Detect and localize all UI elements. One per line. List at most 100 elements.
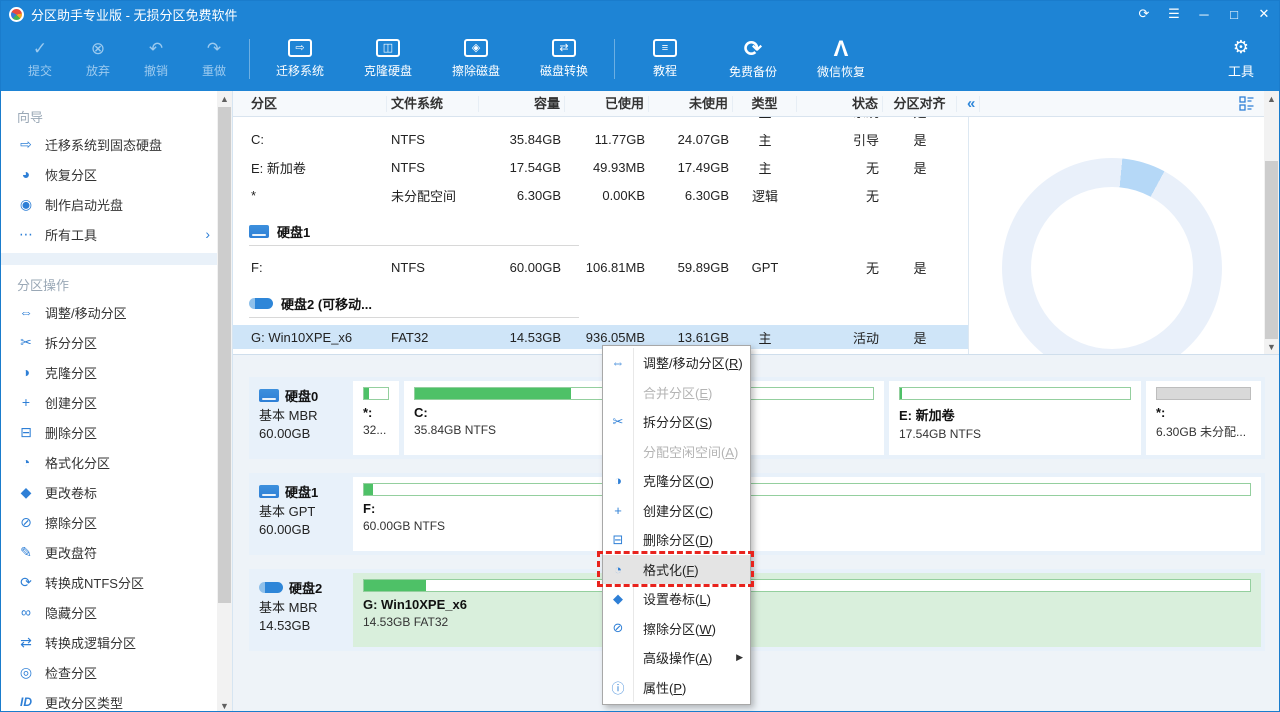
view-toggle-icon[interactable] <box>1239 96 1255 114</box>
table-header: 分区 文件系统 容量 已使用 未使用 类型 状态 分区对齐 « <box>233 91 1279 117</box>
sidebar-item-change-partition-type[interactable]: ID 更改分区类型 <box>17 687 210 712</box>
disk0-info[interactable]: 硬盘0 基本 MBR 60.00GB <box>249 377 353 459</box>
col-partition[interactable]: 分区 <box>249 96 387 112</box>
sidebar-item-convert-to-ntfs[interactable]: ⟳ 转换成NTFS分区 <box>17 567 210 597</box>
sidebar-item-wipe-partition[interactable]: ⊘ 擦除分区 <box>17 507 210 537</box>
chevron-right-icon: › <box>205 226 210 242</box>
wrench-icon: ⚙ <box>1233 38 1249 56</box>
sidebar-item-hide-partition[interactable]: ∞ 隐藏分区 <box>17 597 210 627</box>
scroll-up-icon[interactable]: ▲ <box>1264 91 1279 106</box>
menu-item-delete[interactable]: ⊟ 删除分区(D) <box>603 525 750 555</box>
sidebar-item-all-tools[interactable]: ⋯ 所有工具 › <box>17 219 210 249</box>
free-backup-button[interactable]: ⟳ 免费备份 <box>709 27 797 91</box>
sidebar-heading-partition-ops: 分区操作 <box>17 271 210 297</box>
sidebar-item-change-drive-letter[interactable]: ✎ 更改盘符 <box>17 537 210 567</box>
tools-button[interactable]: ⚙ 工具 <box>1213 27 1269 91</box>
table-scrollbar[interactable]: ▲ ▼ <box>1264 91 1279 354</box>
menu-item-wipe[interactable]: ⊘ 擦除分区(W) <box>603 614 750 644</box>
col-status[interactable]: 状态 <box>797 96 883 112</box>
maximize-button[interactable]: □ <box>1219 1 1249 27</box>
titlebar: 分区助手专业版 - 无损分区免费软件 ⟳ ☰ ─ □ ✕ <box>1 1 1279 27</box>
menu-item-allocate-free-space: 分配空闲空间(A) <box>603 437 750 467</box>
menu-item-split[interactable]: ✂ 拆分分区(S) <box>603 407 750 437</box>
id-icon: ID <box>17 695 35 709</box>
book-icon: ≡ <box>653 39 677 57</box>
partition-block-unallocated[interactable]: *: 6.30GB 未分配... <box>1146 381 1261 455</box>
toolbar: ✓ 提交 ⊗ 放弃 ↶ 撤销 ↷ 重做 ⇨ 迁移系统 ◫ 克隆硬盘 ◈ 擦除磁盘 <box>1 27 1279 91</box>
format-pie-icon: ◔ <box>17 454 35 470</box>
cancel-circle-icon: ⊗ <box>91 40 105 57</box>
wipe-disk-button[interactable]: ◈ 擦除磁盘 <box>432 27 520 91</box>
redo-button[interactable]: ↷ 重做 <box>185 27 243 91</box>
hide-glasses-icon: ∞ <box>17 604 35 620</box>
sidebar-item-check-partition[interactable]: ◎ 检查分区 <box>17 657 210 687</box>
discard-button[interactable]: ⊗ 放弃 <box>69 27 127 91</box>
collapse-panel-icon[interactable]: « <box>963 96 980 112</box>
convert-disk-button[interactable]: ⇄ 磁盘转换 <box>520 27 608 91</box>
disk2-info[interactable]: 硬盘2 基本 MBR 14.53GB <box>249 569 353 651</box>
sidebar-item-recover-partition[interactable]: ◕ 恢复分区 <box>17 159 210 189</box>
disk1-info[interactable]: 硬盘1 基本 GPT 60.00GB <box>249 473 353 555</box>
sidebar-item-resize-move[interactable]: ⇔ 调整/移动分区 <box>17 297 210 327</box>
scrollbar-thumb[interactable] <box>218 107 231 603</box>
sidebar-item-change-label[interactable]: ◆ 更改卷标 <box>17 477 210 507</box>
backup-icon: ⟳ <box>741 38 765 58</box>
clone-disk-button[interactable]: ◫ 克隆硬盘 <box>344 27 432 91</box>
context-menu: ⇔ 调整/移动分区(R) 合并分区(E) ✂ 拆分分区(S) 分配空闲空间(A)… <box>602 345 751 705</box>
col-type[interactable]: 类型 <box>733 96 797 112</box>
sidebar-item-format-partition[interactable]: ◔ 格式化分区 <box>17 447 210 477</box>
tutorial-button[interactable]: ≡ 教程 <box>621 27 709 91</box>
disk-icon <box>249 225 269 238</box>
wechat-recovery-button[interactable]: Λ 微信恢复 <box>797 27 885 91</box>
close-button[interactable]: ✕ <box>1249 1 1279 27</box>
col-filesystem[interactable]: 文件系统 <box>387 96 479 112</box>
partition-block-f[interactable]: F: 60.00GB NTFS <box>353 477 1261 551</box>
window-title: 分区助手专业版 - 无损分区免费软件 <box>31 5 238 24</box>
pane-splitter[interactable]: ⋯ <box>233 355 1279 367</box>
col-alignment[interactable]: 分区对齐 <box>883 96 957 112</box>
sidebar: 向导 ⇨ 迁移系统到固态硬盘 ◕ 恢复分区 ◉ 制作启动光盘 ⋯ 所有工具 › <box>1 91 233 712</box>
menu-item-resize-move[interactable]: ⇔ 调整/移动分区(R) <box>603 348 750 378</box>
menu-item-properties[interactable]: ⓘ 属性(P) <box>603 673 750 703</box>
menu-item-set-label[interactable]: ◆ 设置卷标(L) <box>603 584 750 614</box>
sidebar-item-split-partition[interactable]: ✂ 拆分分区 <box>17 327 210 357</box>
sidebar-item-convert-to-logical[interactable]: ⇄ 转换成逻辑分区 <box>17 627 210 657</box>
scroll-down-icon[interactable]: ▼ <box>217 698 232 712</box>
redo-icon: ↷ <box>207 40 221 57</box>
sidebar-item-migrate-os-to-ssd[interactable]: ⇨ 迁移系统到固态硬盘 <box>17 129 210 159</box>
magnifier-icon: ◎ <box>17 664 35 681</box>
scroll-down-icon[interactable]: ▼ <box>1264 339 1279 354</box>
menu-item-format[interactable]: ◔ 格式化(F) <box>603 555 750 585</box>
sidebar-item-make-bootable-media[interactable]: ◉ 制作启动光盘 <box>17 189 210 219</box>
trash-icon: ⊟ <box>17 424 35 441</box>
scroll-up-icon[interactable]: ▲ <box>217 91 232 106</box>
disk2-card: 硬盘2 基本 MBR 14.53GB G: Win10XPE_x6 14.53G… <box>249 569 1265 651</box>
partition-block-g-selected[interactable]: G: Win10XPE_x6 14.53GB FAT32 <box>353 573 1261 647</box>
col-capacity[interactable]: 容量 <box>479 96 565 112</box>
minimize-button[interactable]: ─ <box>1189 1 1219 27</box>
col-used[interactable]: 已使用 <box>565 96 649 112</box>
sidebar-item-delete-partition[interactable]: ⊟ 删除分区 <box>17 417 210 447</box>
migrate-os-button[interactable]: ⇨ 迁移系统 <box>256 27 344 91</box>
refresh-icon[interactable]: ⟳ <box>1129 1 1159 27</box>
toolbar-separator <box>614 39 615 79</box>
undo-button[interactable]: ↶ 撤销 <box>127 27 185 91</box>
tag-icon: ◆ <box>603 591 633 607</box>
apply-button[interactable]: ✓ 提交 <box>11 27 69 91</box>
menu-item-advanced[interactable]: 高级操作(A) ▶ <box>603 643 750 673</box>
menu-item-create[interactable]: + 创建分区(C) <box>603 496 750 526</box>
clone-drive-icon: ◫ <box>376 39 400 57</box>
partition-block-e[interactable]: E: 新加卷 17.54GB NTFS <box>889 381 1141 455</box>
usage-bar <box>1156 387 1251 400</box>
menu-icon[interactable]: ☰ <box>1159 1 1189 27</box>
usage-bar <box>899 387 1131 400</box>
partition-block-star0[interactable]: *: 32... <box>353 381 399 455</box>
col-unused[interactable]: 未使用 <box>649 96 733 112</box>
menu-item-clone[interactable]: ◑ 克隆分区(O) <box>603 466 750 496</box>
sidebar-scrollbar[interactable]: ▲ ▼ <box>217 91 232 712</box>
app-window: 分区助手专业版 - 无损分区免费软件 ⟳ ☰ ─ □ ✕ ✓ 提交 ⊗ 放弃 ↶… <box>0 0 1280 712</box>
scrollbar-thumb[interactable] <box>1265 161 1278 339</box>
sidebar-item-clone-partition[interactable]: ◑ 克隆分区 <box>17 357 210 387</box>
sidebar-item-create-partition[interactable]: + 创建分区 <box>17 387 210 417</box>
split-scissors-icon: ✂ <box>603 414 633 430</box>
